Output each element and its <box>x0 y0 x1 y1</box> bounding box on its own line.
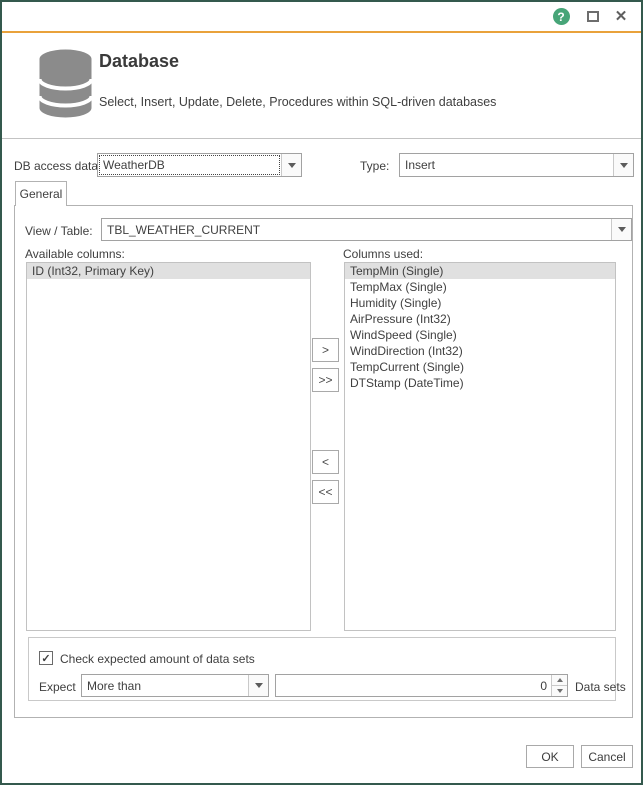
maximize-button[interactable] <box>579 2 607 31</box>
page-subtitle: Select, Insert, Update, Delete, Procedur… <box>99 95 496 109</box>
check-expected-label: Check expected amount of data sets <box>60 652 255 666</box>
spinner-up-button[interactable] <box>552 675 567 685</box>
list-item[interactable]: Humidity (Single) <box>345 295 615 311</box>
view-table-value: TBL_WEATHER_CURRENT <box>102 219 611 240</box>
list-item[interactable]: DTStamp (DateTime) <box>345 375 615 391</box>
expected-datasets-group: ✓ Check expected amount of data sets Exp… <box>28 637 616 701</box>
help-button[interactable]: ? <box>547 2 575 31</box>
type-label: Type: <box>360 159 389 173</box>
cancel-button[interactable]: Cancel <box>581 745 633 768</box>
remove-column-button[interactable]: < <box>312 450 339 474</box>
list-item[interactable]: WindDirection (Int32) <box>345 343 615 359</box>
checkmark-icon: ✓ <box>41 652 50 665</box>
titlebar: ? ✕ <box>2 2 641 31</box>
type-select[interactable]: Insert <box>399 153 634 177</box>
database-dialog: ? ✕ Database Select, Insert, Update, Del… <box>0 0 643 785</box>
type-value: Insert <box>400 154 613 176</box>
help-icon: ? <box>553 8 570 25</box>
remove-all-columns-button[interactable]: << <box>312 480 339 504</box>
chevron-down-icon <box>248 675 268 696</box>
maximize-icon <box>587 11 599 22</box>
data-sets-label: Data sets <box>575 680 626 694</box>
page-title: Database <box>99 51 179 72</box>
add-column-button[interactable]: > <box>312 338 339 362</box>
available-columns-list[interactable]: ID (Int32, Primary Key) <box>26 262 311 631</box>
tab-page-general: View / Table: TBL_WEATHER_CURRENT Availa… <box>14 205 633 718</box>
list-item[interactable]: WindSpeed (Single) <box>345 327 615 343</box>
ok-button[interactable]: OK <box>526 745 574 768</box>
list-item[interactable]: TempMin (Single) <box>345 263 615 279</box>
check-expected-checkbox[interactable]: ✓ <box>39 651 53 665</box>
chevron-down-icon <box>557 689 563 693</box>
expect-label: Expect <box>39 680 76 694</box>
expect-value: More than <box>82 675 248 696</box>
close-button[interactable]: ✕ <box>606 2 636 31</box>
columns-used-list[interactable]: TempMin (Single)TempMax (Single)Humidity… <box>344 262 616 631</box>
tab-general[interactable]: General <box>15 181 67 206</box>
expect-select[interactable]: More than <box>81 674 269 697</box>
chevron-down-icon <box>281 154 301 176</box>
dataset-count-input[interactable]: 0 <box>275 674 568 697</box>
chevron-up-icon <box>557 678 563 682</box>
columns-used-label: Columns used: <box>343 247 423 261</box>
view-table-label: View / Table: <box>25 224 93 238</box>
dialog-header: Database Select, Insert, Update, Delete,… <box>2 33 641 139</box>
db-access-value: WeatherDB <box>98 154 281 176</box>
db-access-label: DB access data: <box>14 159 101 173</box>
database-icon <box>38 49 93 119</box>
list-item[interactable]: ID (Int32, Primary Key) <box>27 263 310 279</box>
dataset-count-value: 0 <box>276 675 551 696</box>
tab-general-label: General <box>20 187 63 201</box>
view-table-select[interactable]: TBL_WEATHER_CURRENT <box>101 218 632 241</box>
list-item[interactable]: AirPressure (Int32) <box>345 311 615 327</box>
chevron-down-icon <box>611 219 631 240</box>
close-icon: ✕ <box>615 9 628 24</box>
spinner-down-button[interactable] <box>552 685 567 696</box>
available-columns-label: Available columns: <box>25 247 125 261</box>
db-access-select[interactable]: WeatherDB <box>97 153 302 177</box>
dataset-count-spinner <box>551 675 567 696</box>
list-item[interactable]: TempCurrent (Single) <box>345 359 615 375</box>
list-item[interactable]: TempMax (Single) <box>345 279 615 295</box>
chevron-down-icon <box>613 154 633 176</box>
add-all-columns-button[interactable]: >> <box>312 368 339 392</box>
